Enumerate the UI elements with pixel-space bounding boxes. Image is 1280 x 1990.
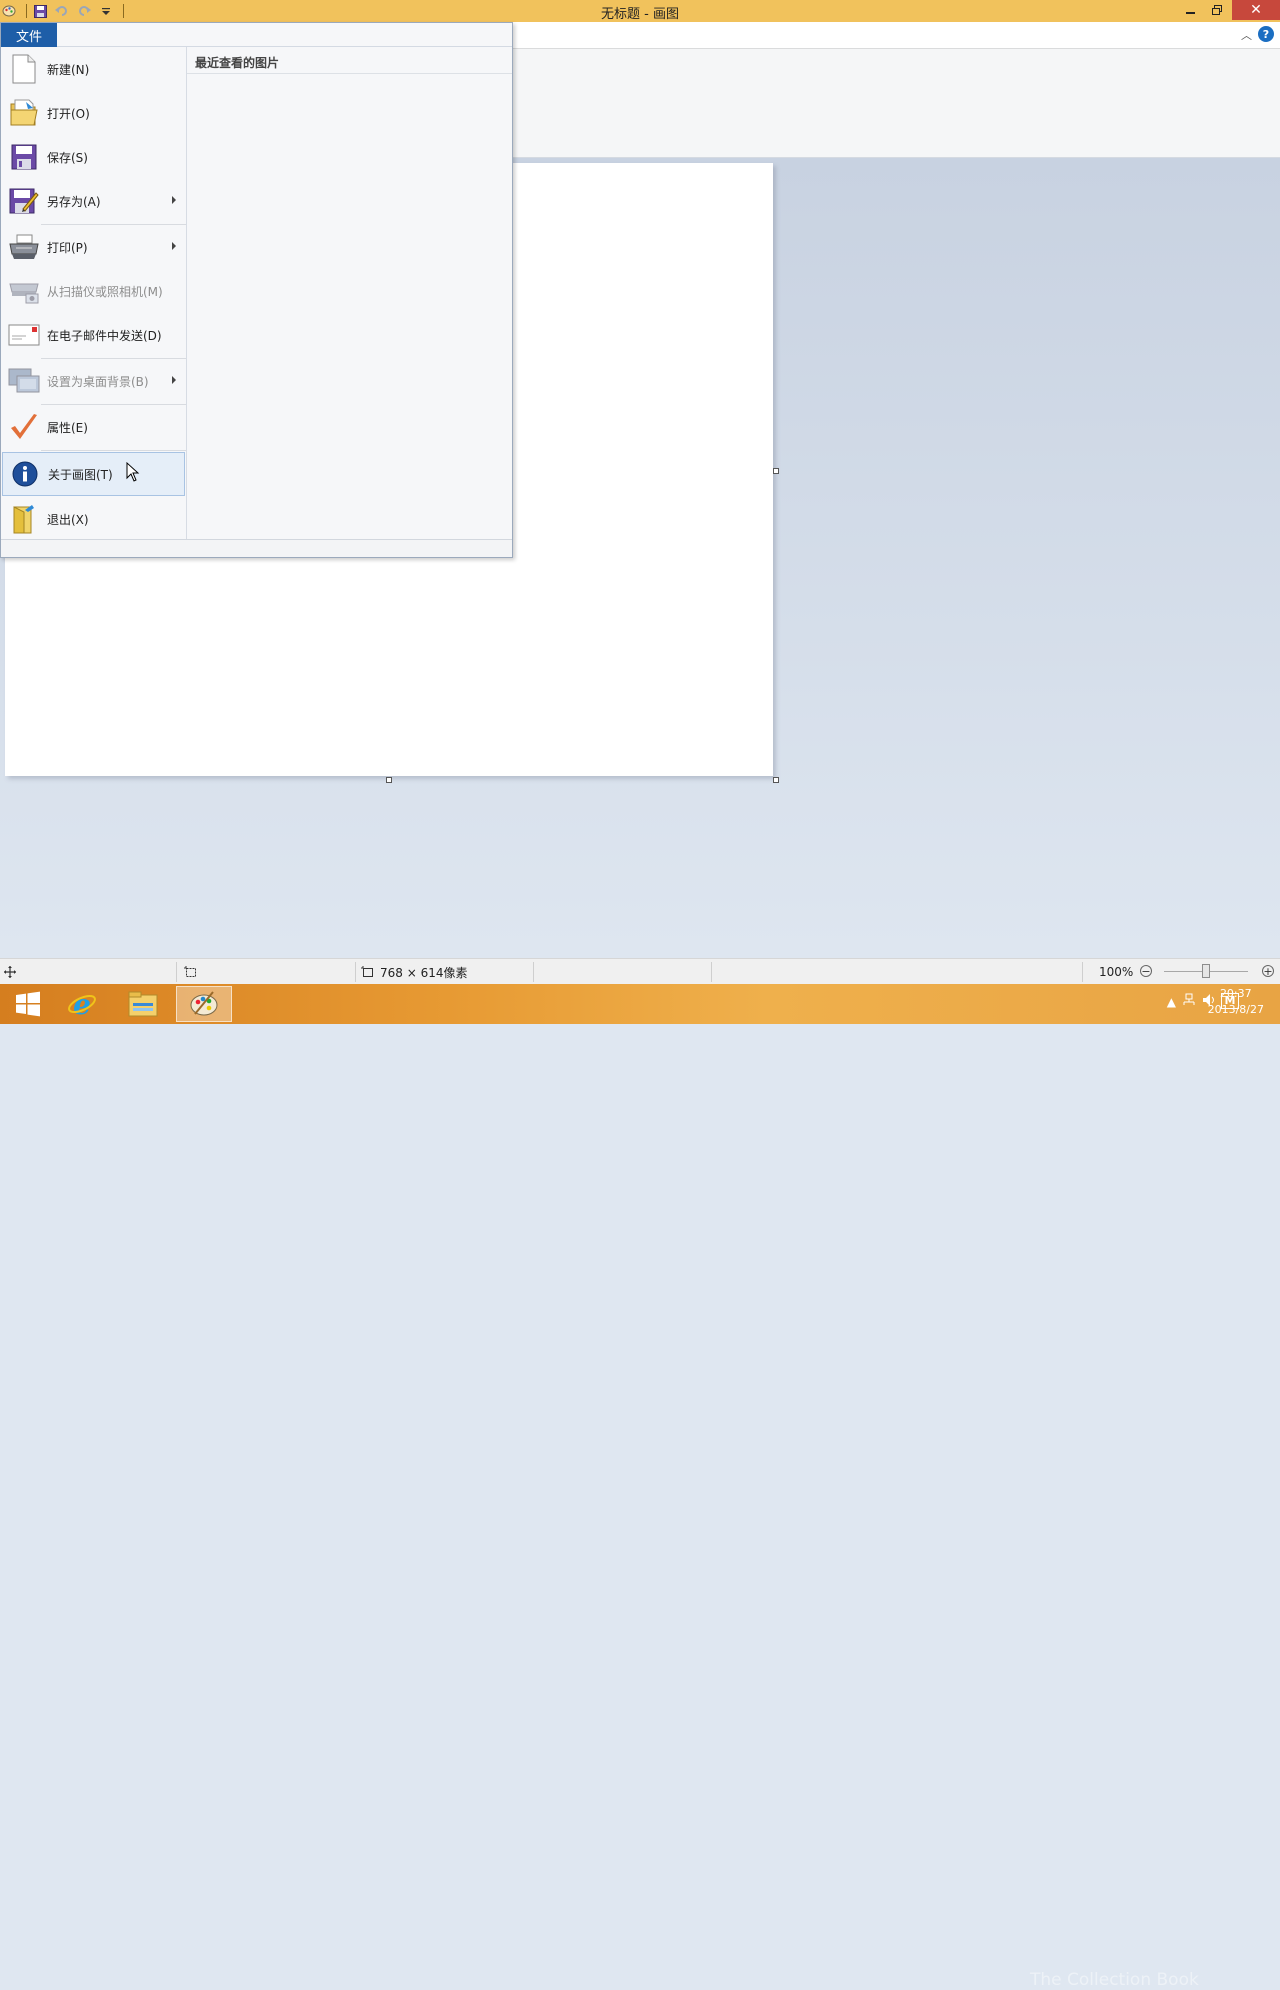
new-document-icon (4, 49, 44, 89)
menu-item-label: 另存为(A) (47, 194, 101, 209)
info-icon (5, 454, 45, 494)
menu-item-save-as[interactable]: 另存为(A) (2, 180, 185, 222)
menu-item-label: 属性(E) (47, 420, 88, 435)
exit-icon (4, 499, 44, 539)
submenu-arrow-icon (172, 196, 176, 204)
submenu-arrow-icon (172, 242, 176, 250)
zoom-out-button[interactable]: − (1140, 965, 1152, 977)
menu-item-label: 新建(N) (47, 62, 90, 77)
recent-pictures-header: 最近查看的图片 (195, 56, 280, 70)
resize-handle-corner[interactable] (773, 777, 779, 783)
resize-handle-bottom[interactable] (386, 777, 392, 783)
file-menu-commands: 新建(N) 打开(O) 保存(S) 另存为(A) 打印(P) 从扫描仪或照相机(… (1, 47, 187, 541)
scanner-icon (4, 271, 44, 311)
help-icon[interactable]: ? (1258, 26, 1274, 42)
restore-button[interactable] (1203, 0, 1231, 20)
taskbar-clock[interactable]: 20:37 2013/8/27 (1208, 986, 1264, 1018)
close-button[interactable]: ✕ (1232, 0, 1280, 20)
menu-item-label: 从扫描仪或照相机(M) (47, 284, 163, 299)
canvas-size-icon (361, 966, 373, 977)
save-icon (4, 137, 44, 177)
restore-icon (1212, 5, 1222, 15)
status-bar: 768 × 614像素 100% − + (0, 958, 1280, 985)
desktop-background-icon (4, 361, 44, 401)
properties-checkmark-icon (4, 407, 44, 447)
paint-icon[interactable] (176, 986, 232, 1022)
save-as-icon (4, 181, 44, 221)
title-bar: 无标题 - 画图 ✕ (0, 0, 1280, 22)
file-menu-footer (1, 539, 512, 557)
clock-date: 2013/8/27 (1207, 1003, 1264, 1016)
internet-explorer-icon[interactable]: e (54, 986, 110, 1022)
email-icon (4, 315, 44, 355)
menu-item-open[interactable]: 打开(O) (2, 92, 185, 134)
zoom-level: 100% (1099, 965, 1134, 979)
menu-item-label: 打开(O) (47, 106, 90, 121)
network-icon[interactable] (1182, 993, 1196, 1012)
svg-text:e: e (73, 989, 91, 1019)
submenu-arrow-icon (172, 376, 176, 384)
printer-icon (4, 227, 44, 267)
menu-item-print[interactable]: 打印(P) (2, 226, 185, 268)
minimize-ribbon-icon[interactable]: ︿ (1241, 27, 1252, 43)
minimize-button[interactable] (1176, 0, 1204, 20)
menu-item-properties[interactable]: 属性(E) (2, 406, 185, 448)
menu-item-exit[interactable]: 退出(X) (2, 498, 185, 540)
open-folder-icon (4, 93, 44, 133)
recent-pictures-panel: 最近查看的图片 (187, 47, 512, 541)
menu-item-label: 设置为桌面背景(B) (47, 374, 149, 389)
menu-item-new[interactable]: 新建(N) (2, 48, 185, 90)
menu-item-set-desktop-background: 设置为桌面背景(B) (2, 360, 185, 402)
menu-item-send-email[interactable]: 在电子邮件中发送(D) (2, 314, 185, 356)
taskbar: e The Collection Book ▲ M 20:37 2013/8/2… (0, 984, 1280, 1990)
menu-item-save[interactable]: 保存(S) (2, 136, 185, 178)
file-menu: 文件 新建(N) 打开(O) 保存(S) 另存为(A) 打印(P) 从扫描仪或照… (0, 22, 513, 558)
close-icon: ✕ (1250, 2, 1262, 18)
file-explorer-icon[interactable] (115, 986, 171, 1022)
window-title: 无标题 - 画图 (601, 7, 679, 22)
clock-time: 20:37 (1219, 987, 1252, 1000)
minimize-icon (1185, 12, 1195, 14)
menu-item-from-scanner: 从扫描仪或照相机(M) (2, 270, 185, 312)
menu-item-label: 打印(P) (47, 240, 88, 255)
menu-item-label: 关于画图(T) (48, 467, 113, 482)
menu-item-about-paint[interactable]: 关于画图(T) (2, 452, 185, 496)
cursor-position-icon (4, 959, 16, 985)
menu-item-label: 退出(X) (47, 512, 89, 527)
resize-handle-right[interactable] (773, 468, 779, 474)
selection-size-icon (184, 959, 197, 985)
zoom-slider-thumb[interactable] (1202, 964, 1210, 978)
canvas-size-readout: 768 × 614像素 (361, 959, 468, 985)
file-tab[interactable]: 文件 (1, 23, 57, 47)
watermark-text: The Collection Book (1030, 1970, 1199, 1990)
show-hidden-icons-icon[interactable]: ▲ (1167, 994, 1176, 1010)
menu-item-label: 在电子邮件中发送(D) (47, 328, 162, 343)
mouse-cursor-icon (126, 461, 140, 485)
windows-start-icon[interactable] (0, 986, 56, 1022)
canvas-dimensions-text: 768 × 614像素 (380, 965, 468, 980)
menu-item-label: 保存(S) (47, 150, 88, 165)
zoom-in-button[interactable]: + (1262, 965, 1274, 977)
